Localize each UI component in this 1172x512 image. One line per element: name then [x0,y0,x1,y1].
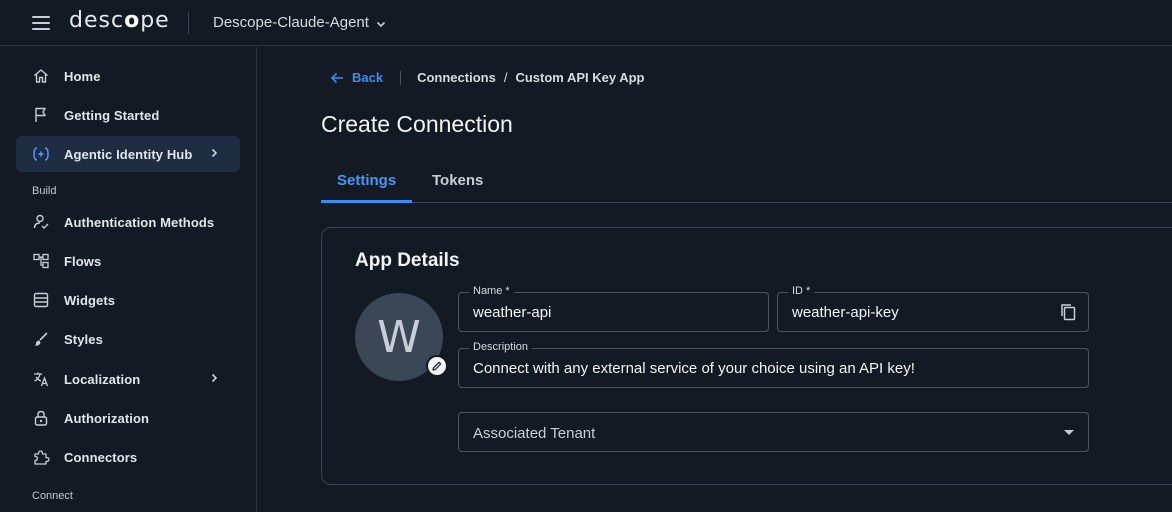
app-details-title: App Details [355,250,460,271]
description-field-label: Description [469,341,533,353]
sidebar-item-authorization[interactable]: Authorization [16,400,240,436]
chevron-right-icon [211,148,218,158]
home-icon [32,67,50,85]
chevron-right-icon [211,373,218,383]
breadcrumb: Back Connections / Custom API Key App [330,70,645,85]
sidebar: Home Getting Started Agentic Identity Hu… [0,47,257,512]
sidebar-item-widgets[interactable]: Widgets [16,282,240,318]
puzzle-icon [32,448,50,466]
section-connect: Connect [32,490,73,502]
associated-tenant-select[interactable]: Associated Tenant [458,412,1089,452]
flows-icon [32,252,50,270]
sidebar-item-connectors[interactable]: Connectors [16,439,240,475]
translate-icon [32,370,50,388]
name-field-label: Name * [469,285,514,297]
tab-bar: Settings Tokens [321,161,1172,203]
edit-avatar-button[interactable] [426,355,448,377]
menu-icon[interactable] [32,16,50,30]
agentic-hub-icon [32,145,50,163]
associated-tenant-placeholder: Associated Tenant [473,425,596,442]
sidebar-item-agentic-identity-hub[interactable]: Agentic Identity Hub [16,136,240,172]
main-content: Back Connections / Custom API Key App Cr… [258,47,1172,512]
top-divider [188,12,189,34]
back-label: Back [352,70,384,85]
sidebar-item-getting-started[interactable]: Getting Started [16,97,240,133]
description-field[interactable]: Description Connect with any external se… [458,341,1089,388]
descope-logo[interactable]: descope [69,8,170,33]
user-check-icon [32,213,50,231]
sidebar-item-authentication-methods[interactable]: Authentication Methods [16,204,240,240]
caret-down-icon[interactable] [1064,430,1074,436]
breadcrumb-divider [400,70,402,85]
lock-icon [32,409,50,427]
sidebar-item-flows[interactable]: Flows [16,243,240,279]
back-button[interactable]: Back [330,70,383,85]
sidebar-item-localization[interactable]: Localization [16,361,240,397]
breadcrumb-connections[interactable]: Connections [417,70,496,85]
name-field-value: weather-api [473,304,552,321]
name-field[interactable]: Name * weather-api [458,285,769,332]
project-name: Descope-Claude-Agent [213,14,369,31]
sidebar-item-styles[interactable]: Styles [16,321,240,357]
top-bar: descope Descope-Claude-Agent [0,0,1172,46]
arrow-left-icon [330,72,343,83]
id-field-value: weather-api-key [792,304,899,321]
app-details-card: App Details W Name * weather-api ID * we… [321,227,1172,485]
page-title: Create Connection [321,111,513,137]
breadcrumb-current: Custom API Key App [515,70,645,85]
id-field[interactable]: ID * weather-api-key [777,285,1089,332]
widgets-icon [32,291,50,309]
id-field-label: ID * [788,285,815,297]
tab-tokens[interactable]: Tokens [432,172,483,189]
chevron-down-icon [376,21,386,27]
project-selector[interactable]: Descope-Claude-Agent [213,14,387,31]
tab-settings[interactable]: Settings [337,172,396,189]
active-tab-indicator [321,200,412,203]
flag-icon [32,106,50,124]
description-field-value: Connect with any external service of you… [473,360,915,377]
avatar-letter: W [377,311,421,363]
brush-icon [32,330,50,348]
breadcrumb-separator: / [503,70,508,85]
sidebar-item-home[interactable]: Home [16,58,240,94]
section-build: Build [32,185,57,197]
copy-icon[interactable] [1058,302,1078,322]
pencil-icon [432,361,442,371]
